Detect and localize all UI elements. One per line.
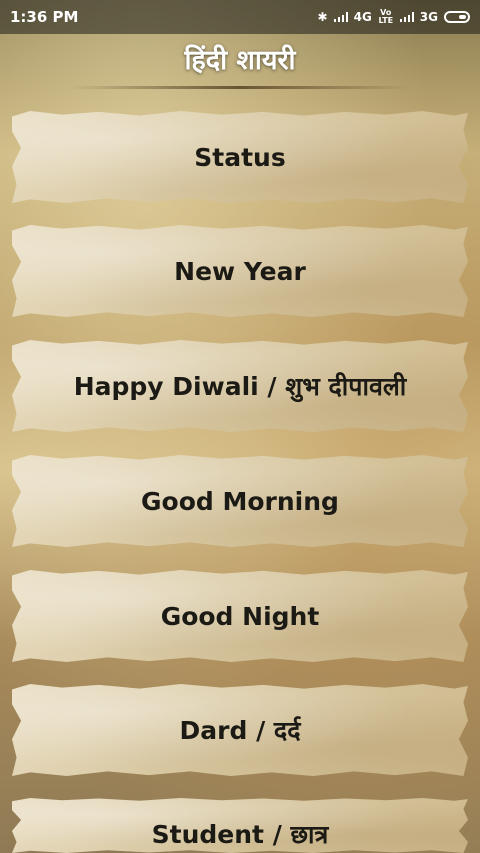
network-type-label: 4G [353, 10, 372, 24]
signal-icon [333, 12, 348, 22]
menu-item-good-morning[interactable]: Good Morning [12, 455, 468, 547]
status-icons: ✱ 4G Vo LTE 3G [318, 9, 470, 25]
battery-icon [444, 11, 470, 23]
status-bar: 1:36 PM ✱ 4G Vo LTE 3G [0, 0, 480, 34]
menu-item-student[interactable]: Student / छात्र [12, 798, 468, 853]
network-type-label-2: 3G [419, 10, 438, 24]
signal-icon [399, 12, 414, 22]
status-time: 1:36 PM [10, 8, 79, 26]
menu-item-label: New Year [174, 256, 306, 286]
menu-item-label: Happy Diwali / शुभ दीपावली [73, 372, 407, 401]
menu-item-happy-diwali[interactable]: Happy Diwali / शुभ दीपावली [12, 340, 468, 432]
menu-item-label: Student / छात्र [151, 820, 329, 849]
title-divider [70, 86, 410, 89]
menu-item-good-night[interactable]: Good Night [12, 570, 468, 662]
menu-item-new-year[interactable]: New Year [12, 225, 468, 317]
volte-label: Vo LTE [378, 8, 394, 25]
menu-item-label: Dard / दर्द [179, 716, 301, 745]
bluetooth-icon: ✱ [317, 10, 328, 24]
menu-item-label: Status [194, 142, 286, 172]
menu-item-label: Good Night [160, 601, 320, 631]
menu-item-label: Good Morning [141, 486, 339, 516]
page-title: हिंदी शायरी [184, 45, 296, 76]
menu-item-dard[interactable]: Dard / दर्द [12, 684, 468, 776]
menu-item-status[interactable]: Status [12, 111, 468, 203]
